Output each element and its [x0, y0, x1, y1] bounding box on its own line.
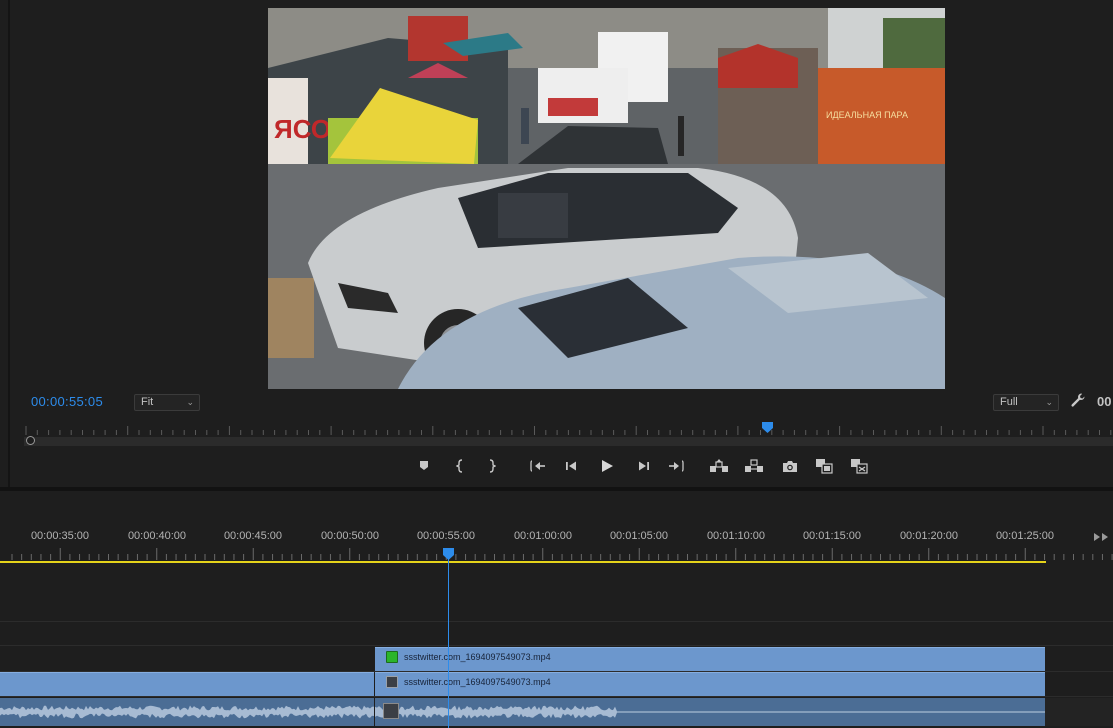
lift-icon — [710, 459, 728, 472]
ruler-label: 00:00:55:00 — [416, 530, 476, 542]
ruler-label: 00:00:50:00 — [320, 530, 380, 542]
marker-icon — [420, 461, 428, 470]
ruler-label: 00:01:05:00 — [609, 530, 669, 542]
audio-waveform — [375, 705, 1045, 719]
scrub-bar[interactable] — [24, 437, 1113, 446]
work-area-bar[interactable] — [0, 561, 1046, 563]
step-back-icon — [566, 461, 576, 471]
duration-timecode: 00 — [1097, 394, 1112, 409]
panel-edge — [8, 0, 10, 487]
go-to-out-icon — [669, 460, 684, 472]
monitor-time-ruler[interactable] — [24, 424, 1113, 436]
extract-icon — [745, 459, 763, 472]
video-clip-v2[interactable]: ssstwitter.com_1694097549073.mp4 — [375, 647, 1045, 671]
audio-waveform — [0, 705, 374, 719]
comparison-icon — [816, 459, 833, 474]
mark-in-button[interactable] — [449, 454, 471, 478]
video-frame[interactable]: ЯСО ИДЕАЛЬНАЯ ПАРА — [268, 8, 945, 389]
lift-button[interactable] — [708, 454, 730, 478]
wrench-icon[interactable] — [1070, 392, 1086, 408]
play-icon — [602, 460, 613, 472]
zoom-select[interactable]: Fit ⌄ — [134, 394, 200, 411]
timeline-playhead-line[interactable] — [448, 556, 449, 728]
clip-name: ssstwitter.com_1694097549073.mp4 — [404, 677, 551, 687]
video-clip-v1-previous[interactable] — [0, 672, 374, 696]
fx-badge-icon — [386, 651, 398, 663]
ruler-label: 00:01:15:00 — [802, 530, 862, 542]
comparison-view-button[interactable] — [813, 454, 835, 478]
add-marker-button[interactable] — [413, 454, 435, 478]
mark-in-icon — [456, 459, 463, 473]
ruler-label: 00:00:40:00 — [127, 530, 187, 542]
scrub-start-handle[interactable] — [26, 436, 35, 445]
playhead-timecode[interactable]: 00:00:55:05 — [31, 394, 103, 409]
play-button[interactable] — [596, 454, 618, 478]
extract-button[interactable] — [743, 454, 765, 478]
ruler-ticks — [11, 548, 1113, 560]
proxy-toggle-button[interactable] — [848, 454, 870, 478]
storefront-sign: ЯСО — [274, 114, 331, 144]
ruler-label: 00:00:45:00 — [223, 530, 283, 542]
chevron-down-icon: ⌄ — [186, 397, 194, 407]
go-to-in-button[interactable] — [527, 454, 549, 478]
monitor-playhead[interactable] — [762, 422, 773, 433]
ruler-label: 00:00:35:00 — [30, 530, 90, 542]
clip-name: ssstwitter.com_1694097549073.mp4 — [404, 652, 551, 662]
resolution-select-value: Full — [1000, 396, 1018, 408]
export-frame-button[interactable] — [779, 454, 801, 478]
audio-clip-a1[interactable] — [375, 698, 1045, 726]
zoom-select-value: Fit — [141, 396, 154, 408]
empty-track-area — [1045, 698, 1113, 726]
step-forward-icon — [639, 461, 649, 471]
camera-icon — [783, 460, 797, 472]
fx-badge-icon — [386, 676, 398, 688]
step-forward-button[interactable] — [632, 454, 654, 478]
ruler-label: 00:01:00:00 — [513, 530, 573, 542]
mark-out-icon — [489, 459, 496, 473]
step-back-button[interactable] — [561, 454, 583, 478]
transport-controls — [0, 454, 1113, 478]
audio-clip-a1-previous[interactable] — [0, 698, 374, 726]
mark-out-button[interactable] — [481, 454, 503, 478]
ruler-label: 00:01:10:00 — [706, 530, 766, 542]
go-to-in-icon — [530, 460, 545, 472]
timeline-ruler[interactable]: 00:00:35:00 00:00:40:00 00:00:45:00 00:0… — [0, 530, 1113, 564]
track-separator — [0, 696, 1113, 697]
work-area-end-icon[interactable] — [1092, 532, 1110, 542]
ruler-label: 00:01:20:00 — [899, 530, 959, 542]
resolution-select[interactable]: Full ⌄ — [993, 394, 1059, 411]
shop-sign: ИДЕАЛЬНАЯ ПАРА — [826, 110, 908, 120]
go-to-out-button[interactable] — [665, 454, 687, 478]
audio-clip-icon — [383, 703, 399, 719]
timeline-playhead[interactable] — [443, 548, 454, 560]
track-separator — [0, 621, 1113, 622]
ruler-label: 00:01:25:00 — [995, 530, 1055, 542]
chevron-down-icon: ⌄ — [1045, 397, 1053, 407]
video-clip-v1[interactable]: ssstwitter.com_1694097549073.mp4 — [375, 672, 1045, 696]
track-separator — [0, 645, 1113, 646]
proxy-icon — [851, 459, 868, 474]
